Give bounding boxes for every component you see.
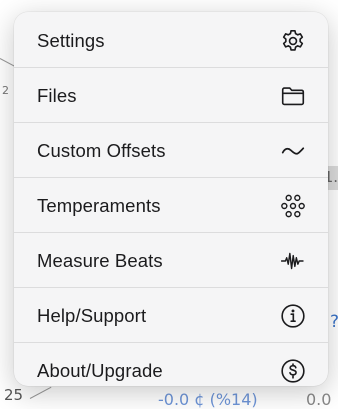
circles-cluster-icon <box>280 193 306 219</box>
menu-item-label: Files <box>37 84 77 106</box>
background-question-mark: ? <box>330 312 338 332</box>
tilde-wave-icon <box>280 138 306 164</box>
folder-icon <box>280 83 306 109</box>
menu-item-temperaments[interactable]: Temperaments <box>14 178 328 233</box>
menu-item-label: Temperaments <box>37 194 161 216</box>
popover-menu: Settings Files Custom Offsets Temperamen… <box>14 12 328 386</box>
menu-item-label: Measure Beats <box>37 249 163 271</box>
background-cents-readout: -0.0 ¢ (%14) <box>158 390 258 409</box>
menu-item-custom-offsets[interactable]: Custom Offsets <box>14 123 328 178</box>
dollar-icon <box>280 358 306 384</box>
menu-item-settings[interactable]: Settings <box>14 13 328 68</box>
background-bottom-right-value: 0.0 <box>306 390 332 409</box>
background-left-digit: 2 <box>2 84 9 97</box>
menu-item-label: About/Upgrade <box>37 359 163 381</box>
menu-item-measure-beats[interactable]: Measure Beats <box>14 233 328 288</box>
waveform-icon <box>280 248 306 274</box>
menu-item-help-support[interactable]: Help/Support <box>14 288 328 343</box>
menu-item-label: Custom Offsets <box>37 139 166 161</box>
background-bottom-number: 25 <box>4 386 24 404</box>
background-bottom-line <box>29 386 52 399</box>
gear-icon <box>280 28 306 54</box>
menu-item-label: Help/Support <box>37 304 147 326</box>
menu-item-files[interactable]: Files <box>14 68 328 123</box>
menu-item-about-upgrade[interactable]: About/Upgrade <box>14 343 328 386</box>
menu-item-label: Settings <box>37 29 105 51</box>
info-icon <box>280 303 306 329</box>
